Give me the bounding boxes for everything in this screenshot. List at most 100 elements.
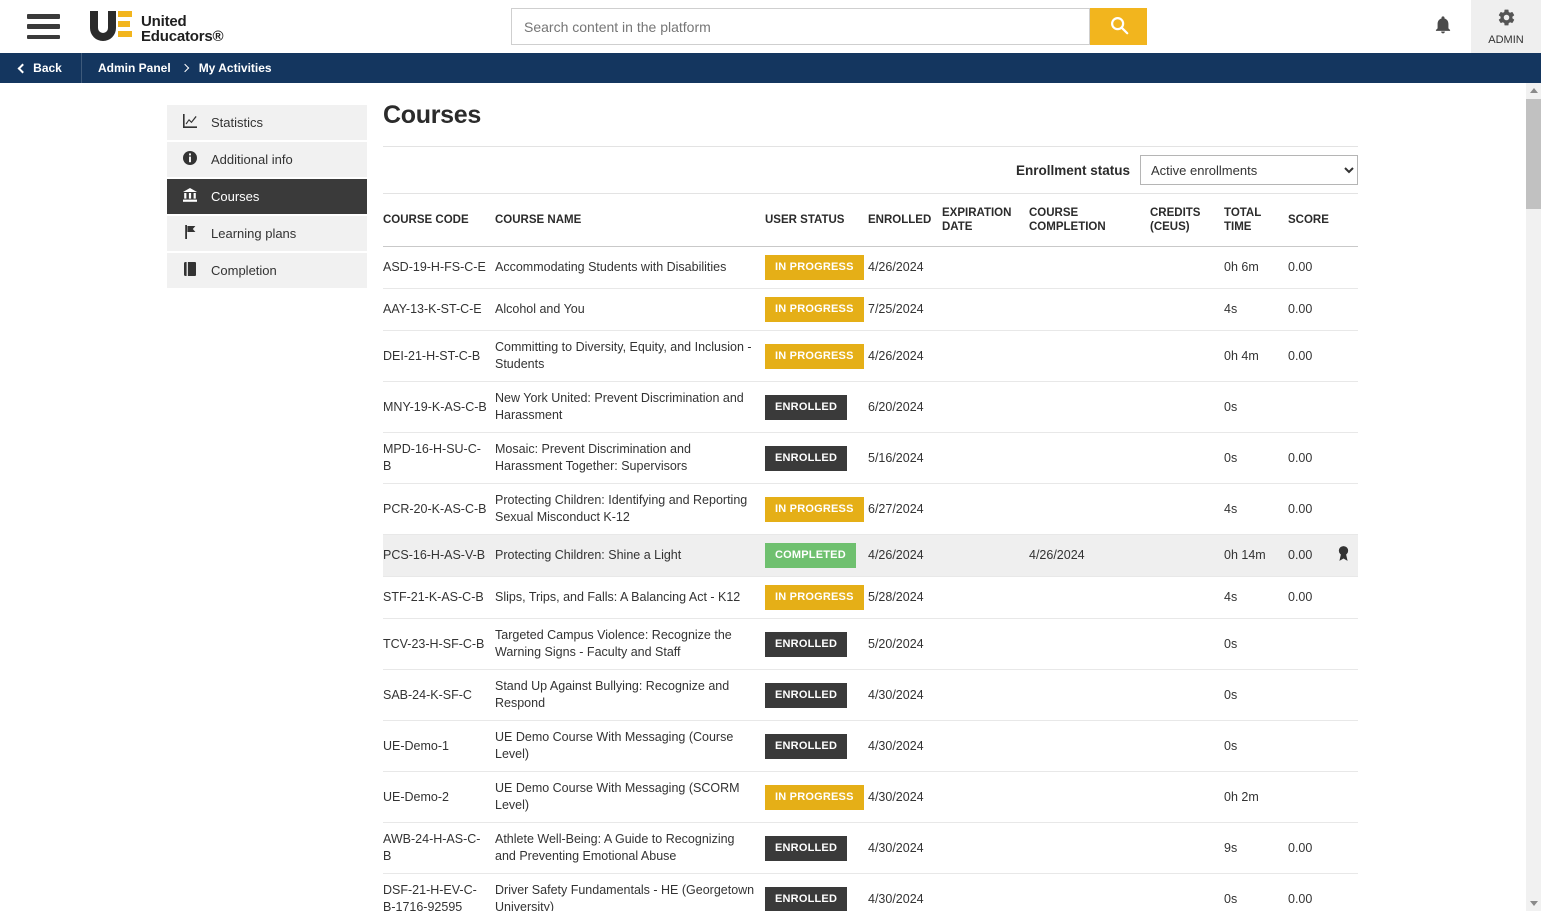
sidebar-item-courses[interactable]: Courses: [167, 179, 367, 214]
total-time-cell: 0s: [1224, 450, 1238, 465]
back-button[interactable]: Back: [0, 53, 82, 83]
course-name-cell: UE Demo Course With Messaging (SCORM Lev…: [495, 781, 740, 812]
col-score: SCORE: [1288, 214, 1329, 226]
score-cell: [1288, 670, 1358, 721]
expiration-date-cell: [942, 721, 1029, 772]
total-time-cell: 0s: [1224, 891, 1238, 906]
scrollbar-thumb[interactable]: [1526, 99, 1541, 209]
score-cell: [1288, 721, 1358, 772]
gear-icon: [1497, 8, 1516, 32]
notifications-bell-icon[interactable]: [1433, 15, 1453, 38]
enrolled-cell: 5/20/2024: [868, 636, 924, 651]
credits-cell: [1150, 289, 1224, 331]
user-status-cell: ENROLLED: [765, 721, 868, 772]
breadcrumb: Back Admin Panel My Activities: [0, 53, 1541, 83]
user-status-badge: ENROLLED: [765, 733, 848, 759]
sidebar-item-learning-plans[interactable]: Learning plans: [167, 216, 367, 251]
learning-plans-flag-icon: [182, 224, 198, 243]
course-code-cell: SAB-24-K-SF-C: [383, 687, 472, 702]
admin-label: ADMIN: [1488, 33, 1524, 46]
table-row[interactable]: SAB-24-K-SF-C Stand Up Against Bullying: …: [383, 670, 1358, 721]
completion-book-icon: [182, 261, 198, 280]
user-status-cell: ENROLLED: [765, 874, 868, 911]
score-cell: 0.00: [1288, 260, 1313, 274]
search-input[interactable]: [511, 8, 1090, 45]
enrolled-cell: 4/30/2024: [868, 738, 924, 753]
table-row[interactable]: DSF-21-H-EV-C-B-1716-92595 Driver Safety …: [383, 874, 1358, 911]
user-status-cell: IN PROGRESS: [765, 289, 868, 331]
enrolled-cell: 4/30/2024: [868, 789, 924, 804]
sidebar-item-statistics[interactable]: Statistics: [167, 105, 367, 140]
course-name-cell: Stand Up Against Bullying: Recognize and…: [495, 679, 730, 710]
scrollbar-down-arrow[interactable]: [1526, 896, 1541, 911]
course-completion-cell: [1029, 823, 1150, 874]
table-row[interactable]: AWB-24-H-AS-C-B Athlete Well-Being: A Gui…: [383, 823, 1358, 874]
sidebar-item-additional-info[interactable]: Additional info: [167, 142, 367, 177]
course-name-cell: Protecting Children: Identifying and Rep…: [495, 493, 748, 524]
expiration-date-cell: [942, 823, 1029, 874]
course-name-cell: UE Demo Course With Messaging (Course Le…: [495, 730, 734, 761]
breadcrumb-item-my-activities: My Activities: [198, 61, 272, 75]
course-name-cell: Driver Safety Fundamentals - HE (Georget…: [495, 883, 755, 911]
credits-cell: [1150, 247, 1224, 289]
table-row[interactable]: PCS-16-H-AS-V-B Protecting Children: Shin…: [383, 534, 1358, 577]
total-time-cell: 4s: [1224, 501, 1238, 516]
enrolled-cell: 4/26/2024: [868, 348, 924, 363]
admin-menu[interactable]: ADMIN: [1471, 0, 1541, 53]
course-code-cell: DSF-21-H-EV-C-B-1716-92595: [383, 883, 477, 911]
total-time-cell: 0s: [1224, 636, 1238, 651]
table-row[interactable]: TCV-23-H-SF-C-B Targeted Campus Violence:…: [383, 619, 1358, 670]
breadcrumb-item-admin-panel[interactable]: Admin Panel: [98, 61, 171, 75]
table-row[interactable]: ASD-19-H-FS-C-E Accommodating Students wi…: [383, 247, 1358, 289]
statistics-chart-icon: [182, 113, 198, 132]
col-expiration-date: EXPIRATION DATE: [942, 207, 1012, 233]
course-code-cell: UE-Demo-2: [383, 789, 449, 804]
ue-logo-mark-icon: [88, 9, 134, 48]
courses-icon: [182, 187, 198, 206]
credits-cell: [1150, 721, 1224, 772]
user-status-badge: IN PROGRESS: [765, 496, 864, 522]
course-completion-cell: [1029, 289, 1150, 331]
table-row[interactable]: MNY-19-K-AS-C-B New York United: Prevent …: [383, 382, 1358, 433]
course-completion-cell: [1029, 382, 1150, 433]
sidebar-item-completion[interactable]: Completion: [167, 253, 367, 288]
brand-logo: United Educators®: [88, 9, 224, 48]
enrolled-cell: 5/28/2024: [868, 590, 924, 604]
expiration-date-cell: [942, 772, 1029, 823]
table-row[interactable]: STF-21-K-AS-C-B Slips, Trips, and Falls: …: [383, 577, 1358, 619]
user-status-badge: IN PROGRESS: [765, 585, 864, 610]
enrolled-cell: 4/26/2024: [868, 260, 924, 274]
user-status-cell: IN PROGRESS: [765, 577, 868, 619]
table-row[interactable]: AAY-13-K-ST-C-E Alcohol and You IN PROGRES…: [383, 289, 1358, 331]
user-status-cell: IN PROGRESS: [765, 331, 868, 382]
expiration-date-cell: [942, 433, 1029, 484]
total-time-cell: 4s: [1224, 302, 1238, 316]
table-row[interactable]: UE-Demo-1 UE Demo Course With Messaging (…: [383, 721, 1358, 772]
course-name-cell: Alcohol and You: [495, 302, 585, 316]
course-code-cell: STF-21-K-AS-C-B: [383, 590, 484, 604]
total-time-cell: 9s: [1224, 840, 1238, 855]
scrollbar-up-arrow[interactable]: [1526, 83, 1541, 98]
course-code-cell: UE-Demo-1: [383, 738, 449, 753]
course-name-cell: Accommodating Students with Disabilities: [495, 260, 727, 274]
user-status-cell: ENROLLED: [765, 823, 868, 874]
enrollment-status-label: Enrollment status: [1015, 162, 1130, 178]
expiration-date-cell: [942, 331, 1029, 382]
search-button[interactable]: [1090, 8, 1147, 45]
user-status-badge: ENROLLED: [765, 631, 848, 657]
expiration-date-cell: [942, 289, 1029, 331]
hamburger-menu-icon[interactable]: [27, 14, 60, 39]
courses-table: COURSE CODE COURSE NAME USER STATUS ENRO…: [383, 193, 1358, 911]
table-row[interactable]: DEI-21-H-ST-C-B Committing to Diversity, …: [383, 331, 1358, 382]
expiration-date-cell: [942, 874, 1029, 911]
enrollment-status-select[interactable]: Active enrollments: [1140, 155, 1358, 185]
top-header: United Educators® ADMIN: [0, 0, 1541, 53]
table-row[interactable]: PCR-20-K-AS-C-B Protecting Children: Iden…: [383, 484, 1358, 535]
expiration-date-cell: [942, 670, 1029, 721]
total-time-cell: 0h 14m: [1224, 548, 1266, 562]
scrollbar[interactable]: [1526, 83, 1541, 911]
user-status-cell: IN PROGRESS: [765, 247, 868, 289]
table-row[interactable]: MPD-16-H-SU-C-B Mosaic: Prevent Discrimin…: [383, 433, 1358, 484]
course-name-cell: Targeted Campus Violence: Recognize the …: [495, 628, 732, 659]
table-row[interactable]: UE-Demo-2 UE Demo Course With Messaging (…: [383, 772, 1358, 823]
